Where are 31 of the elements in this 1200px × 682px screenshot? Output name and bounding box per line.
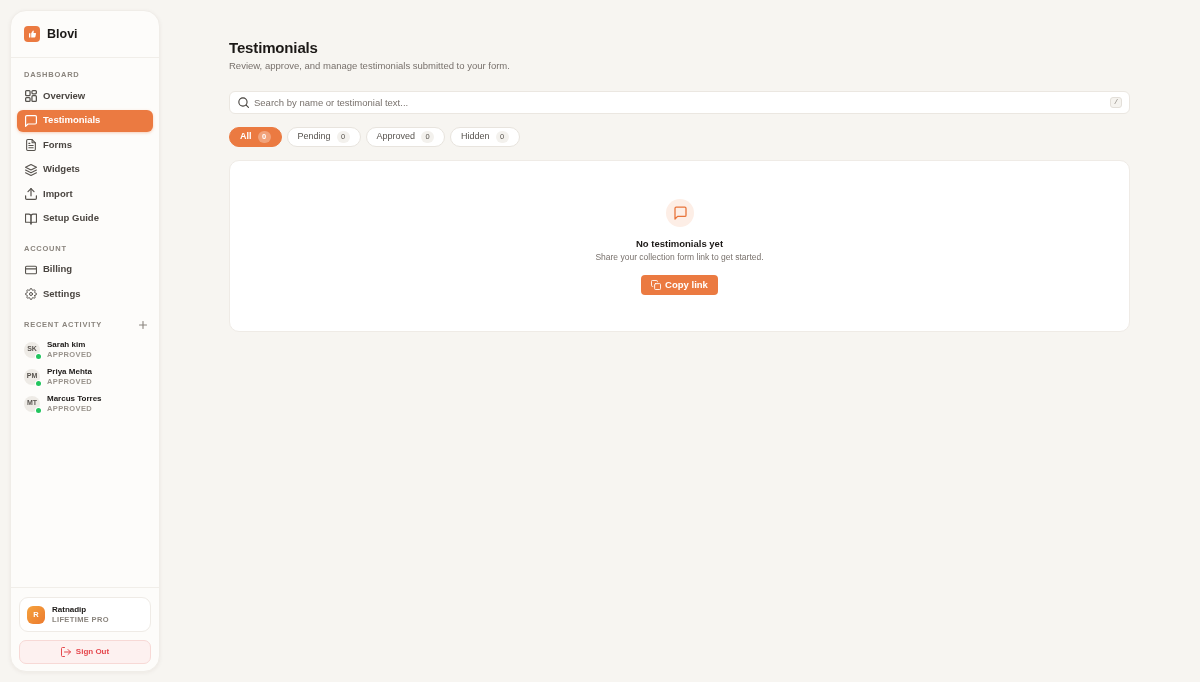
credit-card-icon <box>25 263 37 276</box>
nav-item[interactable]: Settings <box>17 283 153 305</box>
upload-icon <box>25 188 37 200</box>
document-icon <box>25 139 37 151</box>
logo-icon <box>24 26 40 42</box>
sign-out-icon <box>60 647 71 657</box>
copy-icon <box>651 280 662 290</box>
nav-item[interactable]: Forms <box>17 134 153 156</box>
nav-item[interactable]: Overview <box>17 85 153 107</box>
nav-item[interactable]: Import <box>17 183 153 205</box>
empty-state-title: No testimonials yet <box>635 237 724 250</box>
activity-name: Marcus Torres <box>47 393 102 404</box>
plus-icon[interactable] <box>139 321 147 329</box>
nav-item[interactable]: Billing <box>17 258 153 281</box>
layers-icon <box>25 163 37 176</box>
page-title: Testimonials <box>229 38 319 57</box>
speech-bubble-icon <box>665 199 694 227</box>
activity-name: Sarah kim <box>47 339 87 350</box>
brand-name: Blovi <box>47 26 78 42</box>
sign-out-button[interactable]: Sign Out <box>19 640 151 664</box>
search-icon <box>238 97 249 108</box>
nav-item[interactable]: Setup Guide <box>17 207 153 230</box>
user-name: Ratnadip <box>52 604 88 615</box>
settings-icon <box>25 288 37 300</box>
speech-bubble-icon <box>25 114 37 127</box>
grid-icon <box>25 90 37 102</box>
page-subtitle: Review, approve, and manage testimonials submitted to your form. <box>229 59 511 72</box>
book-icon <box>25 212 37 225</box>
activity-name: Priya Mehta <box>47 366 93 377</box>
empty-state-text: Share your collection form link to get started. <box>595 251 764 263</box>
nav-item[interactable]: Widgets <box>17 158 153 181</box>
